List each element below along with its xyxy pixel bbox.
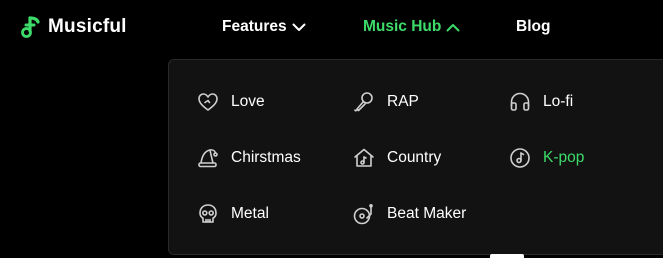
brand-name: Musicful: [48, 16, 127, 37]
menu-item-label: Chirstmas: [231, 149, 301, 166]
menu-item-love[interactable]: Love: [196, 90, 265, 114]
page-edge-element: [490, 254, 524, 258]
menu-item-metal[interactable]: Metal: [196, 202, 269, 226]
house-icon: [354, 148, 374, 167]
menu-item-country[interactable]: Country: [352, 146, 441, 170]
menu-item-rap[interactable]: RAP: [352, 90, 419, 114]
brand-logo[interactable]: Musicful: [20, 14, 127, 40]
menu-item-label: Beat Maker: [387, 205, 467, 222]
menu-item-kpop[interactable]: K-pop: [508, 146, 584, 170]
nav-features[interactable]: Features: [222, 18, 306, 36]
heart-icon: [198, 93, 218, 111]
music-hub-dropdown: Love RAP Lo-fi Chirstmas Country K-pop M…: [168, 59, 663, 255]
musicful-logo-icon: [21, 16, 40, 38]
skull-icon: [199, 204, 217, 223]
chevron-down-icon: [292, 23, 306, 31]
headphones-icon: [510, 92, 530, 111]
nav-music-hub[interactable]: Music Hub: [363, 18, 460, 36]
menu-item-label: Metal: [231, 205, 269, 222]
nav-features-label: Features: [222, 18, 287, 35]
menu-item-label: RAP: [387, 93, 419, 110]
menu-item-beat-maker[interactable]: Beat Maker: [352, 202, 466, 226]
menu-item-lofi[interactable]: Lo-fi: [508, 90, 573, 114]
menu-item-chirstmas[interactable]: Chirstmas: [196, 146, 301, 170]
chevron-up-icon: [446, 23, 460, 31]
turntable-icon: [353, 203, 373, 225]
menu-item-label: Love: [231, 93, 265, 110]
microphone-icon: [354, 92, 373, 112]
nav-music-hub-label: Music Hub: [363, 18, 442, 35]
menu-item-label: K-pop: [543, 149, 585, 166]
menu-item-label: Lo-fi: [543, 93, 574, 110]
nav-blog-label: Blog: [516, 18, 551, 35]
music-disc-icon: [510, 148, 530, 168]
menu-item-label: Country: [387, 149, 442, 166]
santa-hat-icon: [198, 149, 218, 168]
nav-blog[interactable]: Blog: [516, 18, 550, 36]
